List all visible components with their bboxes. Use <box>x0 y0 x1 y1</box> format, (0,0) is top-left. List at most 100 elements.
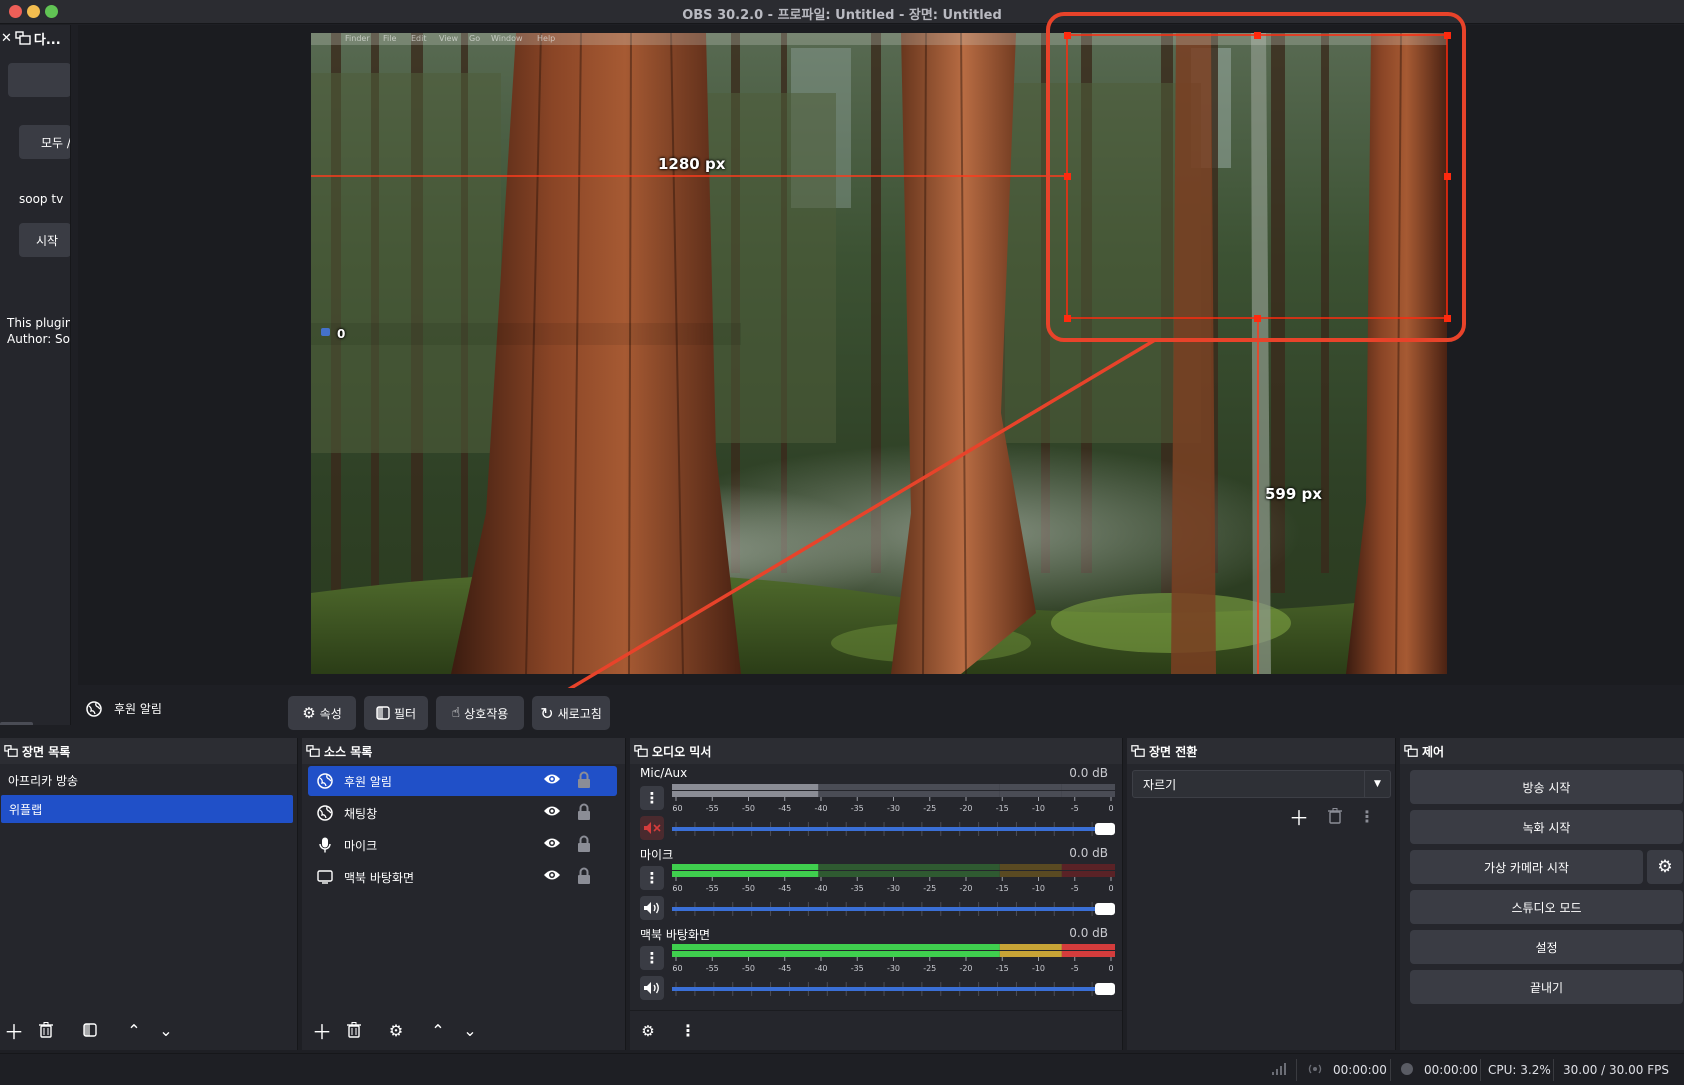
start-button[interactable]: 시작 <box>19 223 70 257</box>
source-item[interactable]: 맥북 바탕화면 <box>308 862 617 892</box>
volume-slider[interactable] <box>672 900 1115 918</box>
globe-icon <box>86 700 102 717</box>
source-item-label: 마이크 <box>344 838 378 853</box>
channel-menu-button[interactable]: ⋮ <box>640 946 664 970</box>
remove-transition-button[interactable] <box>1321 802 1349 830</box>
properties-button[interactable]: ⚙ 속성 <box>288 696 356 730</box>
meter-scale-label: -5 <box>1071 884 1079 892</box>
scene-item-active[interactable]: 위플랩 <box>1 795 293 823</box>
mute-toggle-button[interactable] <box>640 816 664 840</box>
filter-icon <box>376 706 390 720</box>
scene-item[interactable]: 아프리카 방송 <box>0 766 297 794</box>
horizontal-scrollbar[interactable] <box>0 722 33 725</box>
speaker-muted-icon <box>644 822 661 834</box>
channel-menu-button[interactable]: ⋮ <box>640 786 664 810</box>
add-transition-button[interactable]: ＋ <box>1285 802 1313 830</box>
mute-toggle-button[interactable] <box>640 896 664 920</box>
add-source-button[interactable]: ＋ <box>308 1016 336 1044</box>
meter-scale-label: -50 <box>742 964 755 972</box>
source-properties-button[interactable]: ⚙ <box>382 1016 410 1044</box>
transitions-title-label: 장면 전환 <box>1149 744 1198 759</box>
dropdown-arrow-icon: ▼ <box>1364 771 1390 797</box>
close-icon[interactable]: ✕ <box>1 31 12 46</box>
lock-icon[interactable] <box>577 835 591 856</box>
virtual-camera-settings-button[interactable]: ⚙ <box>1647 850 1683 884</box>
interact-label: 상호작용 <box>464 706 509 721</box>
add-scene-button[interactable]: ＋ <box>0 1016 28 1044</box>
chevron-up-icon: ⌃ <box>431 1020 445 1040</box>
mute-toggle-button[interactable] <box>640 976 664 1000</box>
eye-icon[interactable] <box>543 868 561 885</box>
mixer-channel-db: 0.0 dB <box>1069 846 1108 860</box>
trash-icon <box>39 1022 53 1038</box>
status-separator <box>1553 1059 1554 1081</box>
eye-icon[interactable] <box>543 772 561 789</box>
refresh-button[interactable]: ↻ 새로고침 <box>532 696 610 730</box>
source-item-label: 채팅창 <box>344 806 378 821</box>
start-virtual-camera-label: 가상 카메라 시작 <box>1484 860 1569 875</box>
left-dock-input[interactable] <box>8 63 70 97</box>
source-item[interactable]: 마이크 <box>308 830 617 860</box>
scene-filters-button[interactable] <box>76 1016 104 1044</box>
transitions-dock-title: 장면 전환 <box>1127 738 1395 764</box>
start-recording-button[interactable]: 녹화 시작 <box>1410 810 1683 844</box>
meter-scale-label: -40 <box>814 884 827 892</box>
trash-icon <box>347 1022 361 1038</box>
mixer-channel-name: 마이크 <box>640 848 674 862</box>
filters-button[interactable]: 필터 <box>364 696 428 730</box>
dock-window-icon <box>634 745 648 757</box>
move-source-down-button[interactable]: ⌄ <box>456 1016 484 1044</box>
meter-scale-label: -10 <box>1032 804 1045 812</box>
remove-scene-button[interactable] <box>32 1016 60 1044</box>
mixer-channel: Mic/Aux0.0 dB⋮-60-55-50-45-40-35-30-25-2… <box>636 766 1115 846</box>
meter-scale-label: -30 <box>887 884 900 892</box>
lock-icon[interactable] <box>577 803 591 824</box>
volume-slider[interactable] <box>672 820 1115 838</box>
scenes-toolbar: ＋ ⌃ ⌄ <box>0 1010 297 1050</box>
meter-scale-label: -20 <box>959 964 972 972</box>
fps-counter: 30.00 / 30.00 FPS <box>1563 1063 1669 1077</box>
move-scene-up-button[interactable]: ⌃ <box>120 1016 148 1044</box>
lock-icon[interactable] <box>577 771 591 792</box>
select-all-button[interactable]: 모두 / <box>19 125 70 159</box>
controls-dock-title: 제어 <box>1400 738 1684 764</box>
dock-window-icon <box>306 745 320 757</box>
status-separator <box>1390 1059 1391 1081</box>
transition-select[interactable]: 자르기 ▼ <box>1132 770 1391 798</box>
source-item-active[interactable]: 후원 알림 <box>308 766 617 796</box>
remove-source-button[interactable] <box>340 1016 368 1044</box>
meter-scale-label: -55 <box>706 804 719 812</box>
start-streaming-button[interactable]: 방송 시작 <box>1410 770 1683 804</box>
interact-button[interactable]: ☝ 상호작용 <box>436 696 524 730</box>
speaker-icon <box>644 902 659 914</box>
eye-icon[interactable] <box>543 836 561 853</box>
move-source-up-button[interactable]: ⌃ <box>424 1016 452 1044</box>
studio-mode-button[interactable]: 스튜디오 모드 <box>1410 890 1683 924</box>
mixer-menu-button[interactable]: ⋮ <box>674 1017 702 1045</box>
meter-scale-label: -55 <box>706 964 719 972</box>
exit-button[interactable]: 끝내기 <box>1410 970 1683 1004</box>
channel-menu-button[interactable]: ⋮ <box>640 866 664 890</box>
controls-dock: 제어 방송 시작 녹화 시작 가상 카메라 시작 ⚙ 스튜디오 모드 설정 끝내… <box>1400 738 1684 1050</box>
advanced-audio-button[interactable]: ⚙ <box>634 1017 662 1045</box>
volume-slider-handle[interactable] <box>1095 903 1115 915</box>
mixer-channel-name: Mic/Aux <box>640 766 688 780</box>
source-item[interactable]: 채팅창 <box>308 798 617 828</box>
meter-scale-label: -25 <box>923 804 936 812</box>
volume-slider[interactable] <box>672 980 1115 998</box>
start-virtual-camera-button[interactable]: 가상 카메라 시작 <box>1410 850 1643 884</box>
microphone-icon <box>316 836 334 854</box>
lock-icon[interactable] <box>577 867 591 888</box>
status-separator <box>1480 1059 1481 1081</box>
selected-source-indicator: 후원 알림 <box>86 700 162 717</box>
volume-slider-handle[interactable] <box>1095 983 1115 995</box>
settings-button[interactable]: 설정 <box>1410 930 1683 964</box>
embedded-menu-item: Window <box>491 34 523 43</box>
eye-icon[interactable] <box>543 804 561 821</box>
more-vertical-icon: ⋮ <box>1359 806 1375 826</box>
meter-scale-label: -20 <box>959 884 972 892</box>
transition-menu-button[interactable]: ⋮ <box>1353 802 1381 830</box>
move-scene-down-button[interactable]: ⌄ <box>152 1016 180 1044</box>
meter-scale-label: -50 <box>742 804 755 812</box>
volume-slider-handle[interactable] <box>1095 823 1115 835</box>
